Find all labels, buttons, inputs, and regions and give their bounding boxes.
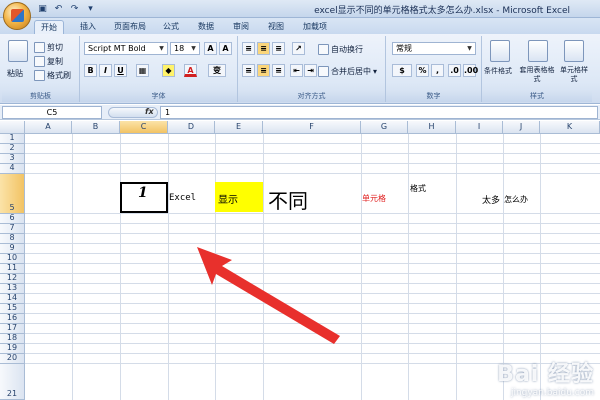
format-as-table-icon[interactable]	[528, 40, 548, 62]
merge-icon	[318, 66, 329, 77]
align-center-button[interactable]: ≡	[257, 64, 270, 77]
styles-group-label: 样式	[482, 91, 592, 102]
font-name-value: Script MT Bold	[88, 44, 146, 53]
paste-button[interactable]: 粘贴	[7, 68, 23, 79]
increase-decimal-button[interactable]: .0	[448, 64, 461, 77]
tab-formulas[interactable]: 公式	[157, 20, 185, 34]
group-clipboard: 粘贴 剪切 复制 格式刷 剪贴板	[2, 36, 80, 102]
wrap-icon	[318, 44, 329, 55]
font-group-label: 字体	[80, 91, 237, 102]
chevron-down-icon: ▼	[467, 45, 472, 52]
align-middle-button[interactable]: ≡	[257, 42, 270, 55]
formula-input[interactable]: 1	[160, 106, 598, 119]
wrap-text-label: 自动换行	[331, 45, 363, 54]
copy-button[interactable]: 复制	[34, 56, 63, 67]
borders-button[interactable]: ▦	[136, 64, 149, 77]
format-painter-button[interactable]: 格式刷	[34, 70, 71, 81]
redo-icon[interactable]: ↷	[68, 3, 81, 15]
tab-home[interactable]: 开始	[34, 20, 64, 34]
watermark-brand: Bai 经验	[497, 362, 594, 387]
chevron-down-icon: ▾	[373, 67, 378, 76]
comma-button[interactable]: ,	[431, 64, 444, 77]
format-painter-label: 格式刷	[47, 71, 71, 80]
percent-button[interactable]: %	[416, 64, 429, 77]
scissors-icon	[34, 42, 45, 53]
grow-font-button[interactable]: A	[204, 42, 217, 55]
chevron-down-icon: ▼	[159, 45, 164, 52]
group-alignment: ≡ ≡ ≡ ↗ 自动换行 ≡ ≡ ≡ ⇤ ⇥ 合并后居中 ▾ 对齐方式	[238, 36, 386, 102]
wrap-text-button[interactable]: 自动换行	[318, 44, 363, 55]
quick-access-toolbar: ▣ ↶ ↷ ▾	[36, 3, 97, 15]
merge-center-button[interactable]: 合并后居中 ▾	[318, 66, 377, 77]
paint-bucket-icon: ◆	[165, 66, 172, 75]
decrease-decimal-button[interactable]: .00	[463, 64, 478, 77]
worksheet-grid[interactable]: A B C D E F G H I J K 1 2 3 4 5 6 7 8 9 …	[0, 121, 600, 400]
arrow-shape	[197, 247, 340, 344]
tab-view[interactable]: 视图	[262, 20, 290, 34]
conditional-format-icon[interactable]	[490, 40, 510, 62]
cell-styles-button[interactable]: 单元格样式	[559, 66, 589, 84]
office-button[interactable]	[3, 2, 31, 30]
format-as-table-button[interactable]: 套用表格格式	[518, 66, 556, 84]
brush-icon	[34, 70, 45, 81]
increase-indent-button[interactable]: ⇥	[304, 64, 317, 77]
shrink-font-button[interactable]: A	[219, 42, 232, 55]
baidu-watermark: Bai 经验 jingyan.baidu.com	[497, 356, 594, 398]
ribbon-tabs: 开始 插入 页面布局 公式 数据 审阅 视图 加载项	[0, 18, 600, 34]
phonetic-button[interactable]: 变	[208, 64, 226, 77]
cut-label: 剪切	[47, 43, 63, 52]
window-title: excel显示不同的单元格格式太多怎么办.xlsx - Microsoft Ex…	[314, 6, 570, 16]
tab-data[interactable]: 数据	[192, 20, 220, 34]
clipboard-group-label: 剪贴板	[2, 91, 79, 102]
fill-color-button[interactable]: ◆	[162, 64, 175, 77]
align-bottom-button[interactable]: ≡	[272, 42, 285, 55]
save-icon[interactable]: ▣	[36, 3, 49, 15]
copy-icon	[34, 56, 45, 67]
align-left-button[interactable]: ≡	[242, 64, 255, 77]
tab-addins[interactable]: 加载项	[297, 20, 333, 34]
formula-bar: C5 fx 1	[0, 105, 600, 120]
undo-icon[interactable]: ↶	[52, 3, 65, 15]
borders-icon: ▦	[138, 66, 147, 75]
tab-insert[interactable]: 插入	[74, 20, 102, 34]
group-number: 常规 ▼ $ % , .0 .00 数字	[386, 36, 482, 102]
currency-icon: $	[399, 66, 405, 75]
font-size-value: 18	[174, 44, 185, 53]
orientation-button[interactable]: ↗	[292, 42, 305, 55]
number-format-combo[interactable]: 常规 ▼	[392, 42, 476, 55]
cut-button[interactable]: 剪切	[34, 42, 63, 53]
conditional-format-button[interactable]: 条件格式	[484, 66, 512, 76]
font-size-combo[interactable]: 18 ▼	[170, 42, 200, 55]
currency-button[interactable]: $	[392, 64, 412, 77]
tab-review[interactable]: 审阅	[227, 20, 255, 34]
watermark-url: jingyan.baidu.com	[510, 388, 594, 398]
italic-button[interactable]: I	[99, 64, 112, 77]
underline-button[interactable]: U	[114, 64, 127, 77]
group-font: Script MT Bold ▼ 18 ▼ A A B I U ▦ ◆ A 变 字体	[80, 36, 238, 102]
number-group-label: 数字	[386, 91, 481, 102]
title-bar: ▣ ↶ ↷ ▾ excel显示不同的单元格格式太多怎么办.xlsx - Micr…	[0, 0, 600, 18]
merge-center-label: 合并后居中	[331, 67, 371, 76]
bold-button[interactable]: B	[84, 64, 97, 77]
font-color-button[interactable]: A	[184, 64, 197, 77]
decrease-indent-button[interactable]: ⇤	[290, 64, 303, 77]
number-format-value: 常规	[396, 44, 412, 53]
group-styles: 条件格式 套用表格格式 单元格样式 样式	[482, 36, 592, 102]
tab-page-layout[interactable]: 页面布局	[108, 20, 152, 34]
cell-styles-icon[interactable]	[564, 40, 584, 62]
insert-function-icon[interactable]: fx	[145, 107, 154, 116]
copy-label: 复制	[47, 57, 63, 66]
alignment-group-label: 对齐方式	[238, 91, 385, 102]
chevron-down-icon: ▼	[191, 45, 196, 52]
office-logo-icon	[11, 9, 24, 22]
align-right-button[interactable]: ≡	[272, 64, 285, 77]
align-top-button[interactable]: ≡	[242, 42, 255, 55]
customize-qat-icon[interactable]: ▾	[84, 3, 97, 15]
paste-icon[interactable]	[8, 40, 28, 62]
font-name-combo[interactable]: Script MT Bold ▼	[84, 42, 168, 55]
ribbon: 粘贴 剪切 复制 格式刷 剪贴板 Script MT Bold ▼ 18 ▼ A A…	[0, 34, 600, 104]
name-box[interactable]: C5	[2, 106, 102, 119]
